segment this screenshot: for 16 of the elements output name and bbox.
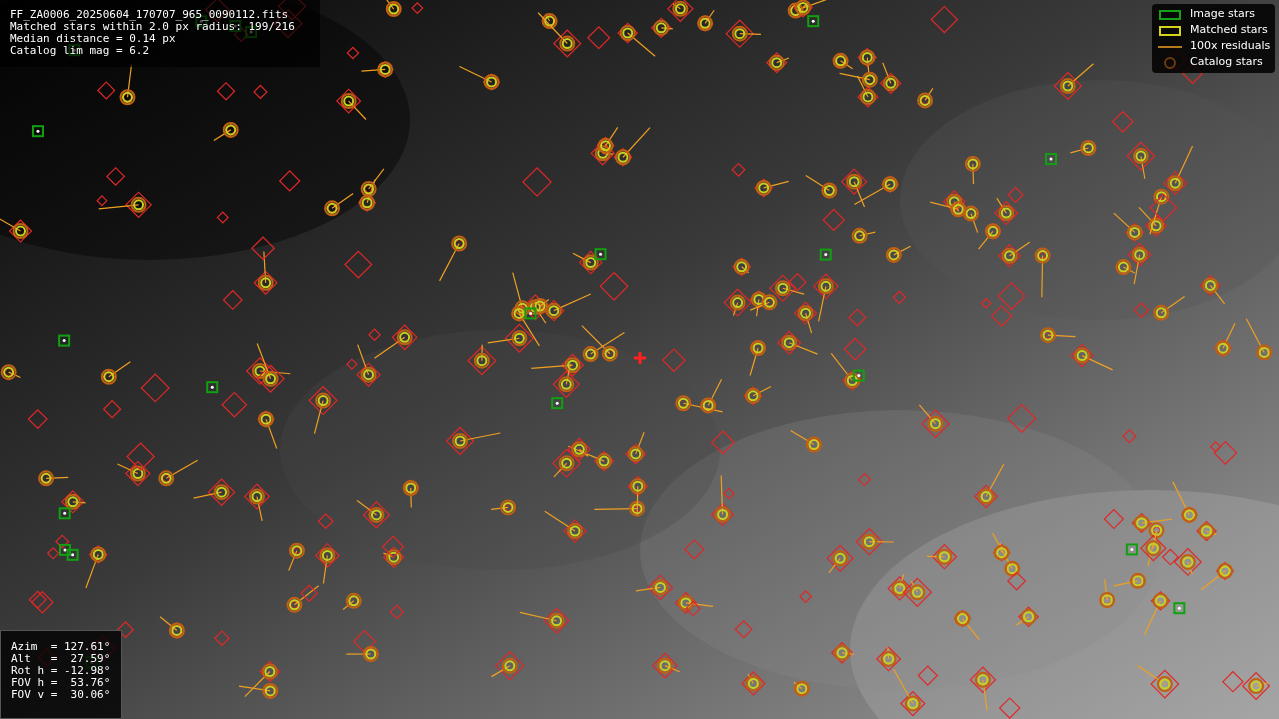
pointing-text: Alt = 27.59° (11, 653, 111, 665)
pointing-text: Rot h = -12.98° (11, 665, 111, 677)
info-text: Matched stars within 2.0 px radius: 199/216 (10, 21, 295, 33)
info-text: FF_ZA0006_20250604_170707_965_0090112.fits (10, 9, 289, 21)
image-star-rectangle-icon (1157, 8, 1183, 21)
legend-label: Catalog stars (1190, 54, 1263, 71)
info-text: Catalog lim mag = 6.2 (10, 45, 150, 57)
info-text: Median distance = 0.14 px (10, 33, 176, 45)
legend-label: 100x residuals (1190, 38, 1271, 55)
legend-label: Matched stars (1190, 22, 1268, 39)
legend-label: Image stars (1190, 6, 1255, 23)
pointing-text: Azim = 127.61° (11, 641, 111, 653)
center-cross-icon (634, 352, 646, 364)
pointing-text: FOV h = 53.76° (11, 677, 111, 689)
pointing-text: FOV v = 30.06° (11, 689, 111, 701)
matched-star-rectangle-icon (1157, 24, 1183, 37)
